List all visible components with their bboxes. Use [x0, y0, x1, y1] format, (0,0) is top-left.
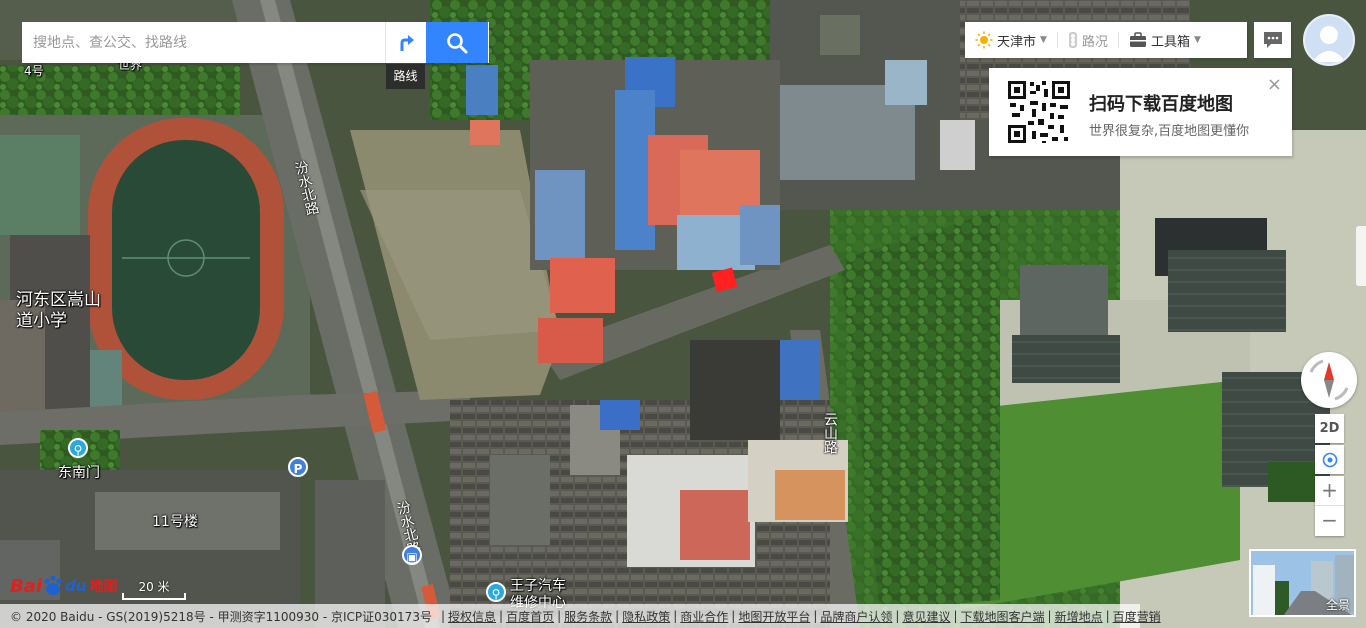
- avatar[interactable]: [1303, 14, 1355, 66]
- locate-icon: [1322, 452, 1337, 467]
- footer-separator: |: [673, 609, 678, 623]
- promo-title: 扫码下载百度地图: [1089, 94, 1233, 115]
- zoom-control: + −: [1315, 476, 1344, 536]
- bus-stop-icon[interactable]: ▣: [402, 545, 422, 565]
- footer-link-add-place[interactable]: 新增地点: [1055, 608, 1103, 625]
- gate-label[interactable]: 东南门: [58, 462, 100, 482]
- side-panel-handle[interactable]: [1356, 226, 1366, 286]
- sun-icon: [975, 31, 993, 49]
- locate-button[interactable]: [1315, 445, 1344, 474]
- logo-text-bai: Bai: [10, 575, 43, 597]
- search-input[interactable]: [22, 22, 385, 63]
- footer-separator: |: [1105, 609, 1110, 623]
- footer-separator: |: [615, 609, 620, 623]
- message-icon: [1263, 32, 1282, 48]
- search-icon: [447, 32, 468, 53]
- route-tooltip: 路线: [386, 64, 425, 89]
- view-mode-button[interactable]: 2D: [1315, 414, 1344, 443]
- message-button[interactable]: [1254, 22, 1291, 58]
- download-promo: 扫码下载百度地图 世界很复杂,百度地图更懂你 ×: [989, 68, 1292, 156]
- footer-link-download-client[interactable]: 下载地图客户端: [961, 608, 1045, 625]
- road-label-yunshan: 云山路: [822, 412, 838, 454]
- scale-bar: 20 米: [122, 578, 186, 600]
- traffic-button[interactable]: 路况: [1058, 22, 1118, 58]
- footer-separator: |: [557, 609, 562, 623]
- footer-link-business[interactable]: 商业合作: [680, 608, 728, 625]
- footer-link-merchant-claim[interactable]: 品牌商户认领: [820, 608, 892, 625]
- city-label: 天津市: [997, 34, 1037, 50]
- chevron-down-icon: ▼: [1040, 35, 1047, 45]
- promo-subtitle: 世界很复杂,百度地图更懂你: [1089, 124, 1250, 139]
- building-11-label: 11号楼: [152, 514, 198, 530]
- compass-icon: [1309, 359, 1349, 401]
- footer-separator: |: [813, 609, 818, 623]
- toolbox-label: 工具箱: [1150, 34, 1190, 50]
- route-button[interactable]: [385, 22, 426, 63]
- school-label[interactable]: 河东区嵩山 道小学: [16, 290, 101, 332]
- scale-ruler: [122, 593, 186, 600]
- chevron-down-icon: ▼: [1193, 35, 1201, 45]
- copyright-text: © 2020 Baidu - GS(2019)5218号 - 甲测资字11009…: [10, 609, 432, 624]
- footer-link-terms[interactable]: 服务条款: [564, 608, 612, 625]
- route-icon: [400, 34, 414, 51]
- compass-button[interactable]: [1301, 352, 1357, 408]
- traffic-label: 路况: [1081, 34, 1108, 50]
- gate-poi-icon[interactable]: ⚲: [68, 438, 88, 458]
- footer-link-license[interactable]: 授权信息: [448, 608, 496, 625]
- baidu-logo[interactable]: Bai du 地图: [10, 571, 117, 601]
- footer-separator: |: [731, 609, 736, 623]
- footer-link-marketing[interactable]: 百度营销: [1113, 608, 1161, 625]
- footer-link-baidu-home[interactable]: 百度首页: [506, 608, 554, 625]
- footer-separator: |: [895, 609, 900, 623]
- footer-link-open-platform[interactable]: 地图开放平台: [738, 608, 810, 625]
- search-box: [22, 22, 489, 63]
- building-4-label: 4号: [24, 64, 44, 78]
- zoom-in-button[interactable]: +: [1315, 476, 1344, 506]
- repair-poi-icon[interactable]: ⚲: [486, 582, 506, 602]
- paw-icon: [44, 575, 62, 595]
- footer-separator: |: [1047, 609, 1052, 623]
- logo-text-du: du: [65, 577, 87, 595]
- close-icon[interactable]: ×: [1267, 74, 1282, 95]
- zoom-out-button[interactable]: −: [1315, 506, 1344, 536]
- panorama-label: 全景: [1325, 598, 1350, 612]
- panorama-thumbnail[interactable]: 全景: [1249, 549, 1356, 617]
- toolbox-button[interactable]: 工具箱 ▼: [1119, 22, 1211, 58]
- top-toolbar: 天津市 ▼ 路况 工具箱 ▼: [965, 22, 1247, 58]
- footer-separator: |: [499, 609, 504, 623]
- footer-separator: |: [953, 609, 958, 623]
- traffic-light-icon: [1068, 32, 1077, 48]
- city-selector[interactable]: 天津市 ▼: [965, 22, 1057, 58]
- copyright-footer: © 2020 Baidu - GS(2019)5218号 - 甲测资字11009…: [0, 604, 1161, 628]
- search-button[interactable]: [426, 22, 488, 63]
- footer-separator: |: [440, 609, 445, 623]
- parking-icon[interactable]: P: [288, 457, 308, 477]
- footer-link-feedback[interactable]: 意见建议: [902, 608, 950, 625]
- qr-code-icon: [1006, 79, 1072, 145]
- user-icon: [1305, 16, 1353, 64]
- toolbox-icon: [1129, 32, 1146, 47]
- logo-text-map: 地图: [89, 579, 118, 595]
- footer-link-privacy[interactable]: 隐私政策: [622, 608, 670, 625]
